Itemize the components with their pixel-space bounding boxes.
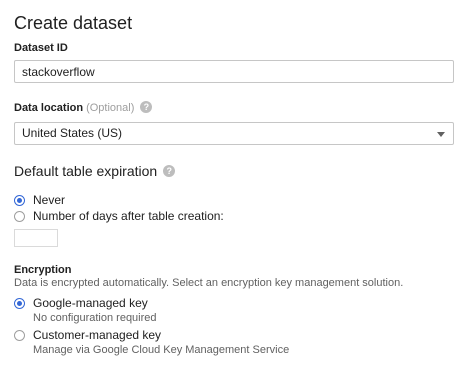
data-location-select[interactable]: United States (US) [14,122,454,145]
radio-button-unchecked[interactable] [14,210,25,222]
google-managed-key-sublabel: No configuration required [33,312,157,324]
help-icon[interactable]: ? [163,165,176,178]
encryption-description: Data is encrypted automatically. Select … [14,277,404,289]
encryption-heading: Encryption [14,264,72,276]
radio-never-label: Never [33,193,66,207]
dataset-id-input[interactable] [14,60,454,83]
table-expiration-heading: Default table expiration? [14,163,176,179]
radio-button-checked[interactable] [14,194,25,206]
radio-customer-managed-key-label: Customer-managed key [33,328,162,342]
dataset-id-label: Dataset ID [14,42,68,54]
dropdown-arrow-icon [437,132,445,137]
create-dataset-panel: Create dataset Dataset ID Data location(… [0,0,472,385]
radio-button-checked[interactable] [14,297,25,309]
radio-never[interactable]: Never [14,193,65,207]
customer-managed-key-sublabel: Manage via Google Cloud Key Management S… [33,344,290,356]
page-title: Create dataset [14,13,133,33]
data-location-label: Data location (Optional)? [14,101,153,114]
table-expiration-heading-text: Default table expiration [14,163,158,179]
radio-google-managed-key[interactable]: Google-managed key [14,296,148,310]
days-input[interactable] [14,229,58,247]
data-location-selected-value: United States (US) [22,126,123,140]
radio-button-unchecked[interactable] [14,329,25,341]
help-icon[interactable]: ? [140,101,153,114]
optional-label: (Optional) [86,102,135,114]
radio-customer-managed-key[interactable]: Customer-managed key [14,328,161,342]
radio-number-of-days[interactable]: Number of days after table creation: [14,209,224,223]
data-location-label-text: Data location [14,102,84,114]
radio-google-managed-key-label: Google-managed key [33,296,148,310]
radio-number-of-days-label: Number of days after table creation: [33,209,224,223]
